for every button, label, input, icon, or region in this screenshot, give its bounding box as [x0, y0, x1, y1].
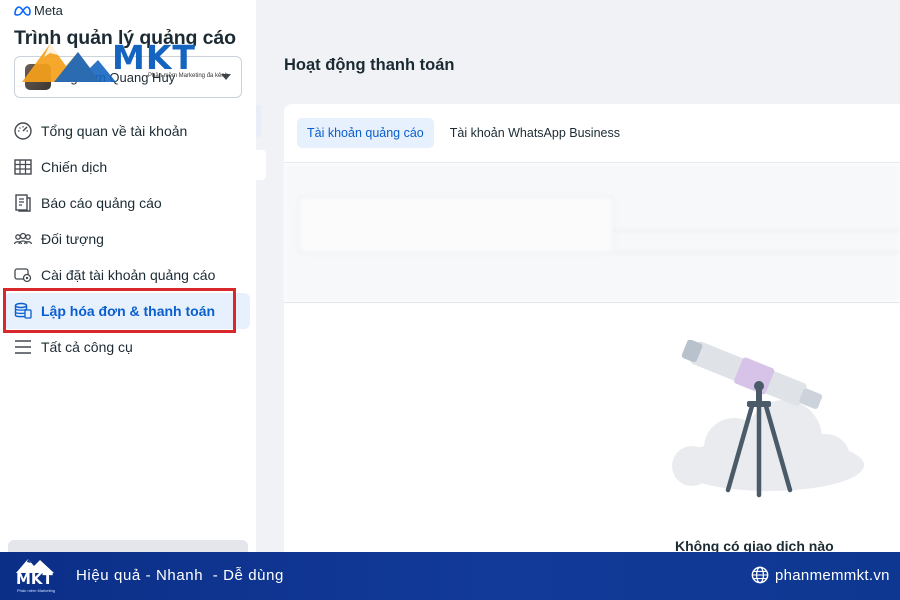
meta-brand-label: Meta: [34, 3, 63, 18]
sidebar-item-label: Báo cáo quảng cáo: [41, 195, 162, 211]
sidebar-item-label: Cài đặt tài khoản quảng cáo: [41, 267, 216, 283]
banner-website-text: phanmemmkt.vn: [775, 566, 890, 584]
report-pages-icon: [13, 193, 33, 213]
sidebar-item-audiences[interactable]: Đối tượng: [4, 221, 250, 257]
account-name: Nghiêm Quang Huy: [61, 69, 176, 85]
tabs-divider: [284, 162, 900, 163]
banner-logo-text: MKT: [16, 570, 53, 588]
chevron-down-icon: [221, 74, 231, 80]
sidebar-item-ad-account-settings[interactable]: Cài đặt tài khoản quảng cáo: [4, 257, 250, 293]
promo-banner: MKT Phần mềm Marketing Hiệu quả - Nhanh …: [0, 552, 900, 600]
people-group-icon: [13, 229, 33, 249]
meta-logo-icon: [14, 5, 31, 16]
meta-brand[interactable]: Meta: [13, 3, 63, 18]
blurred-divider: [614, 230, 900, 231]
tab-whatsapp-business-account[interactable]: Tài khoản WhatsApp Business: [440, 118, 630, 148]
sidebar-edge-tab: [256, 150, 266, 180]
sidebar-item-label: Chiến dịch: [41, 159, 108, 175]
menu-lines-icon: [13, 337, 33, 357]
blurred-input-box: [298, 196, 614, 254]
account-settings-icon: [13, 265, 33, 285]
sidebar-item-label: Tất cả công cụ: [41, 339, 133, 355]
sidebar-item-all-tools[interactable]: Tất cả công cụ: [4, 329, 250, 365]
app-title: Trình quản lý quảng cáo: [14, 27, 236, 49]
sidebar-item-account-overview[interactable]: Tổng quan về tài khoản: [4, 113, 250, 149]
sidebar-item-label: Lập hóa đơn & thanh toán: [41, 303, 216, 319]
sidebar-item-billing-payments[interactable]: Lập hóa đơn & thanh toán: [4, 293, 250, 329]
table-grid-icon: [13, 157, 33, 177]
sidebar-item-label: Tổng quan về tài khoản: [41, 123, 188, 139]
sidebar-item-ad-reports[interactable]: Báo cáo quảng cáo: [4, 185, 250, 221]
account-avatar: [25, 64, 51, 90]
sidebar-item-label: Đối tượng: [41, 231, 104, 247]
page-title: Hoạt động thanh toán: [284, 56, 455, 74]
banner-logo-subtext: Phần mềm Marketing: [17, 588, 56, 593]
blurred-divider: [614, 252, 900, 253]
sidebar-scroll-indicator: [256, 105, 261, 137]
banner-website-link[interactable]: phanmemmkt.vn: [751, 566, 890, 584]
sidebar: Meta Trình quản lý quảng cáo Nghiêm Quan…: [0, 0, 256, 552]
blurred-filter-area: [284, 164, 900, 302]
banner-tagline: Hiệu quả - Nhanh - Dễ dùng: [76, 567, 284, 584]
banner-logo: MKT Phần mềm Marketing: [14, 556, 60, 596]
account-tabs: Tài khoản quảng cáo Tài khoản WhatsApp B…: [297, 118, 630, 148]
sidebar-item-campaigns[interactable]: Chiến dịch: [4, 149, 250, 185]
telescope-illustration-icon: [672, 340, 864, 498]
dashboard-gauge-icon: [13, 121, 33, 141]
sidebar-footer: [8, 540, 248, 552]
sidebar-nav: Tổng quan về tài khoản Chiến dịch Báo cá…: [4, 113, 250, 365]
filter-divider: [284, 302, 900, 303]
billing-activity-panel: Tài khoản quảng cáo Tài khoản WhatsApp B…: [284, 104, 900, 554]
billing-stack-icon: [13, 301, 33, 321]
tab-ad-account[interactable]: Tài khoản quảng cáo: [297, 118, 434, 148]
account-selector[interactable]: Nghiêm Quang Huy: [14, 56, 242, 98]
globe-icon: [751, 566, 769, 584]
